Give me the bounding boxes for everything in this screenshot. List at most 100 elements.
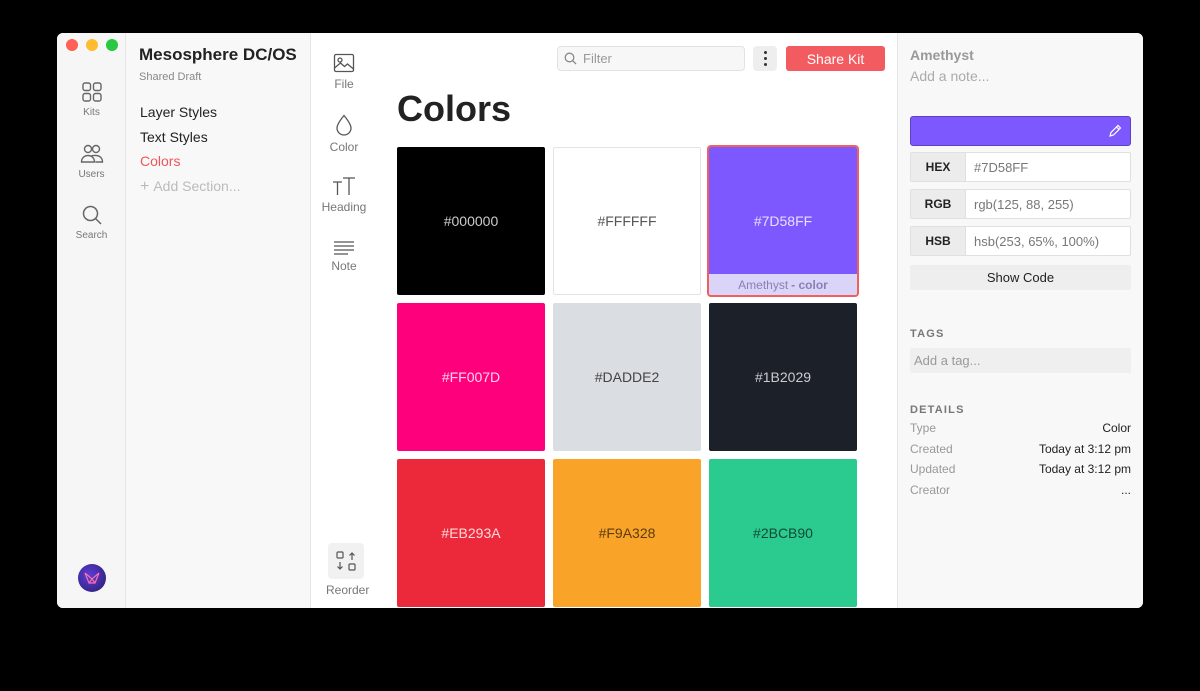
- insert-color-button[interactable]: Color: [311, 114, 377, 154]
- dot: [763, 57, 767, 60]
- reorder-icon: [336, 551, 356, 571]
- plus-icon: +: [140, 177, 150, 195]
- logo-icon: [84, 572, 100, 584]
- sections-sidebar: Mesosphere DC/OS Shared Draft Layer Styl…: [126, 33, 311, 608]
- pencil-icon[interactable]: [1108, 124, 1122, 138]
- rail-item-users[interactable]: Users: [57, 143, 126, 180]
- add-section-button[interactable]: + Add Section...: [139, 174, 298, 199]
- detail-row-updated: Updated Today at 3:12 pm: [910, 462, 1131, 476]
- swatch-hex-label: #FFFFFF: [597, 213, 657, 229]
- note-icon: [334, 241, 354, 255]
- rail-item-search[interactable]: Search: [57, 204, 126, 241]
- minimize-window-button[interactable]: [86, 39, 98, 51]
- filter-box[interactable]: [557, 46, 745, 71]
- dot: [763, 51, 767, 54]
- kit-title[interactable]: Mesosphere DC/OS: [139, 45, 298, 65]
- color-swatch[interactable]: #2BCB90: [709, 459, 857, 607]
- hsb-row: HSB hsb(253, 65%, 100%): [910, 226, 1131, 256]
- rail-label: Kits: [83, 107, 100, 118]
- insert-note-button[interactable]: Note: [311, 241, 377, 273]
- detail-value: Today at 3:12 pm: [1038, 462, 1131, 476]
- search-icon: [82, 205, 102, 225]
- detail-key: Type: [910, 421, 937, 435]
- tags-heading: TAGS: [910, 328, 945, 340]
- dot: [763, 63, 767, 66]
- grid-icon: [81, 82, 102, 102]
- color-swatch[interactable]: #7D58FF Amethyst - color: [707, 145, 859, 297]
- page-title: Colors: [397, 88, 512, 129]
- rgb-label: RGB: [911, 190, 966, 218]
- color-swatch[interactable]: #FFFFFF: [553, 147, 701, 295]
- main-canvas: Share Kit Colors #000000 #FFFFFF #7D58FF Am…: [377, 33, 897, 608]
- swatch-hex-label: #F9A328: [598, 525, 656, 541]
- image-icon: [333, 53, 355, 73]
- details-heading: DETAILS: [910, 404, 965, 416]
- rgb-value[interactable]: rgb(125, 88, 255): [966, 190, 1130, 218]
- swatch-hex-label: #000000: [443, 213, 499, 229]
- detail-row-created: Created Today at 3:12 pm: [910, 442, 1131, 456]
- rail-item-kits[interactable]: Kits: [57, 81, 126, 118]
- note-field[interactable]: Add a note...: [910, 68, 989, 84]
- color-swatch[interactable]: #EB293A: [397, 459, 545, 607]
- droplet-icon: [336, 114, 352, 136]
- search-icon: [564, 52, 577, 65]
- detail-key: Created: [910, 442, 953, 456]
- hex-value[interactable]: #7D58FF: [966, 153, 1130, 181]
- heading-icon: [333, 177, 355, 195]
- insert-toolbar: File Color Heading Note Reorder: [311, 33, 377, 608]
- insert-file-button[interactable]: File: [311, 53, 377, 91]
- kit-subtitle: Shared Draft: [139, 71, 202, 83]
- zoom-window-button[interactable]: [106, 39, 118, 51]
- tool-label: File: [334, 77, 354, 91]
- rail-label: Users: [78, 169, 105, 180]
- color-swatch[interactable]: #1B2029: [709, 303, 857, 451]
- detail-value: Color: [1102, 421, 1131, 435]
- reorder-button[interactable]: Reorder: [326, 543, 370, 597]
- section-item-layer-styles[interactable]: Layer Styles: [139, 100, 298, 125]
- insert-heading-button[interactable]: Heading: [311, 176, 377, 214]
- color-grid: #000000 #FFFFFF #7D58FF Amethyst - color #FF0…: [397, 145, 859, 607]
- app-window: Kits Users Search Mesosphere DC/OS Share…: [57, 33, 1143, 608]
- color-swatch[interactable]: #000000: [397, 147, 545, 295]
- rail-label: Search: [75, 230, 108, 241]
- share-kit-button[interactable]: Share Kit: [786, 46, 885, 71]
- swatch-hex-label: #7D58FF: [753, 213, 813, 229]
- color-swatch[interactable]: #FF007D: [397, 303, 545, 451]
- tool-label: Heading: [321, 200, 367, 214]
- swatch-caption-name: Amethyst: [738, 277, 789, 292]
- show-code-button[interactable]: Show Code: [910, 265, 1131, 290]
- swatch-hex-label: #EB293A: [441, 525, 501, 541]
- color-name[interactable]: Amethyst: [910, 47, 974, 63]
- swatch-hex-label: #FF007D: [441, 369, 501, 385]
- color-swatch[interactable]: #F9A328: [553, 459, 701, 607]
- color-swatch[interactable]: #DADDE2: [553, 303, 701, 451]
- section-list: Layer Styles Text Styles Colors + Add Sec…: [139, 100, 298, 198]
- more-options-button[interactable]: [753, 46, 777, 71]
- detail-key: Updated: [910, 462, 956, 476]
- reorder-label: Reorder: [326, 583, 370, 597]
- close-window-button[interactable]: [66, 39, 78, 51]
- tag-input[interactable]: [910, 348, 1131, 373]
- color-preview-bar[interactable]: [910, 116, 1131, 146]
- hsb-value[interactable]: hsb(253, 65%, 100%): [966, 227, 1130, 255]
- hex-row: HEX #7D58FF: [910, 152, 1131, 182]
- detail-value: ...: [1120, 483, 1131, 497]
- hsb-label: HSB: [911, 227, 966, 255]
- hex-label: HEX: [911, 153, 966, 181]
- filter-input[interactable]: [583, 51, 733, 66]
- rgb-row: RGB rgb(125, 88, 255): [910, 189, 1131, 219]
- swatch-hex-label: #1B2029: [754, 369, 812, 385]
- section-item-colors[interactable]: Colors: [139, 149, 298, 174]
- users-icon: [80, 144, 103, 163]
- detail-row-type: Type Color: [910, 421, 1131, 435]
- detail-key: Creator: [910, 483, 951, 497]
- avatar[interactable]: [78, 564, 106, 592]
- add-section-label: Add Section...: [153, 177, 241, 194]
- section-item-text-styles[interactable]: Text Styles: [139, 125, 298, 150]
- swatch-hex-label: #DADDE2: [594, 369, 660, 385]
- reorder-icon-box: [328, 543, 364, 579]
- swatch-caption: Amethyst - color: [709, 274, 857, 295]
- detail-row-creator: Creator ...: [910, 483, 1131, 497]
- icon-rail: Kits Users Search: [57, 33, 126, 608]
- detail-value: Today at 3:12 pm: [1038, 442, 1131, 456]
